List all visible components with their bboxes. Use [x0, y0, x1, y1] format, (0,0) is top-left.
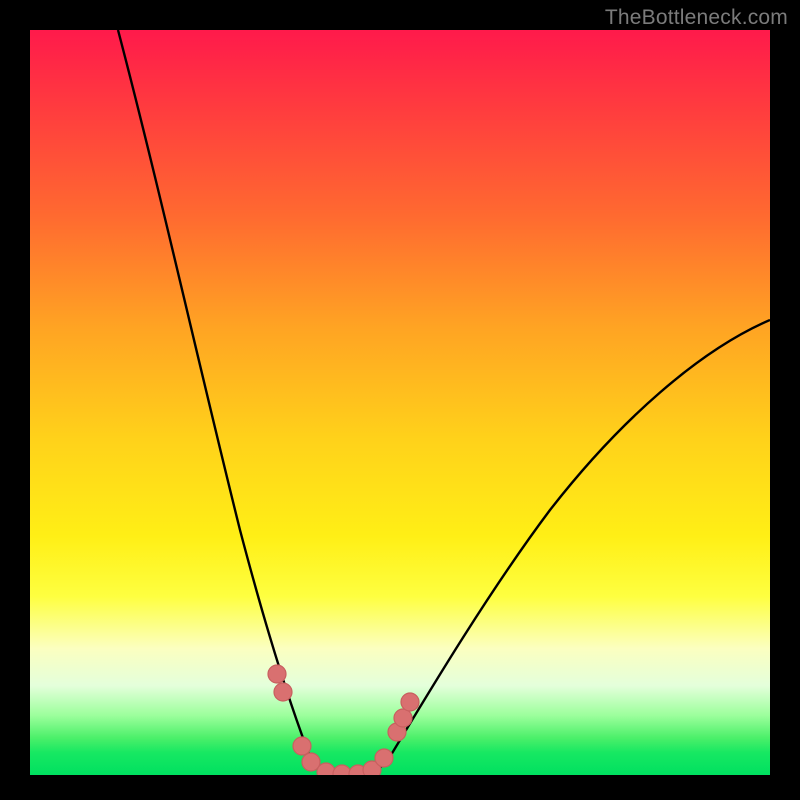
plot-gradient-area	[30, 30, 770, 775]
chart-canvas: TheBottleneck.com	[0, 0, 800, 800]
watermark-text: TheBottleneck.com	[605, 6, 788, 30]
